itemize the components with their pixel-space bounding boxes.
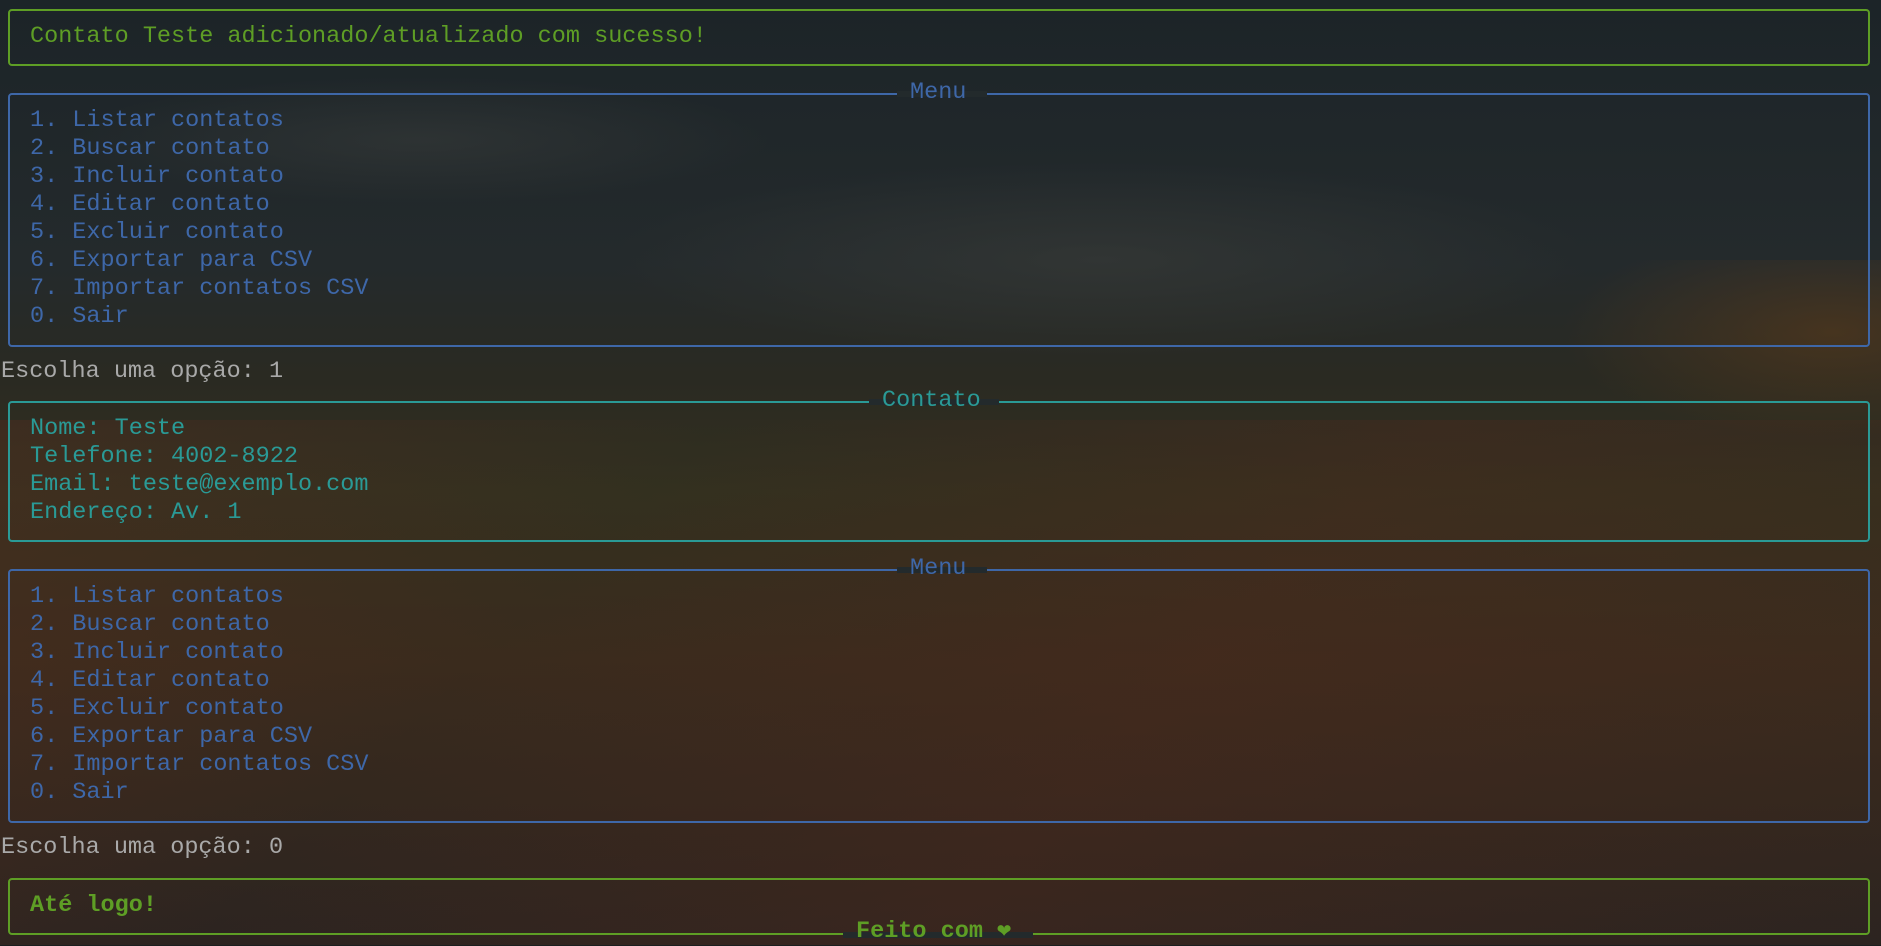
menu-item: 5. Excluir contato bbox=[30, 695, 284, 722]
menu-item: 4. Editar contato bbox=[30, 667, 270, 694]
menu-panel-1: Menu 1. Listar contatos 2. Buscar contat… bbox=[8, 79, 1870, 347]
goodbye-footer: Feito com ❤ bbox=[856, 918, 1012, 945]
menu-item: 3. Incluir contato bbox=[30, 639, 284, 666]
contact-name: Nome: Teste bbox=[30, 415, 186, 442]
terminal-output: Contato Teste adicionado/atualizado com … bbox=[0, 0, 1881, 945]
menu-item: 2. Buscar contato bbox=[30, 611, 270, 638]
contact-panel-title: Contato bbox=[882, 387, 981, 414]
menu-item: 2. Buscar contato bbox=[30, 135, 270, 162]
goodbye-message: Até logo! bbox=[30, 892, 157, 919]
menu-item: 6. Exportar para CSV bbox=[30, 723, 313, 750]
menu-item: 7. Importar contatos CSV bbox=[30, 275, 369, 302]
option-prompt-2: Escolha uma opção: 0 bbox=[1, 834, 284, 861]
success-message-box: Contato Teste adicionado/atualizado com … bbox=[8, 9, 1870, 66]
menu-item: 0. Sair bbox=[30, 303, 129, 330]
menu-panel-2: Menu 1. Listar contatos 2. Buscar contat… bbox=[8, 555, 1870, 823]
contact-panel: Contato Nome: Teste Telefone: 4002-8922 … bbox=[8, 387, 1870, 542]
success-message-text: Contato Teste adicionado/atualizado com … bbox=[30, 23, 707, 50]
goodbye-panel: Até logo! Feito com ❤ bbox=[8, 878, 1870, 945]
menu-item: 4. Editar contato bbox=[30, 191, 270, 218]
menu-item: 1. Listar contatos bbox=[30, 107, 284, 134]
menu-panel-2-title: Menu bbox=[910, 555, 967, 582]
menu-item: 3. Incluir contato bbox=[30, 163, 284, 190]
menu-item: 5. Excluir contato bbox=[30, 219, 284, 246]
contact-email: Email: teste@exemplo.com bbox=[30, 471, 369, 498]
menu-item: 1. Listar contatos bbox=[30, 583, 284, 610]
contact-address: Endereço: Av. 1 bbox=[30, 499, 242, 526]
menu-item: 7. Importar contatos CSV bbox=[30, 751, 369, 778]
contact-phone: Telefone: 4002-8922 bbox=[30, 443, 298, 470]
menu-panel-1-title: Menu bbox=[910, 79, 967, 106]
menu-item: 0. Sair bbox=[30, 779, 129, 806]
option-prompt-1: Escolha uma opção: 1 bbox=[1, 358, 284, 385]
menu-item: 6. Exportar para CSV bbox=[30, 247, 313, 274]
